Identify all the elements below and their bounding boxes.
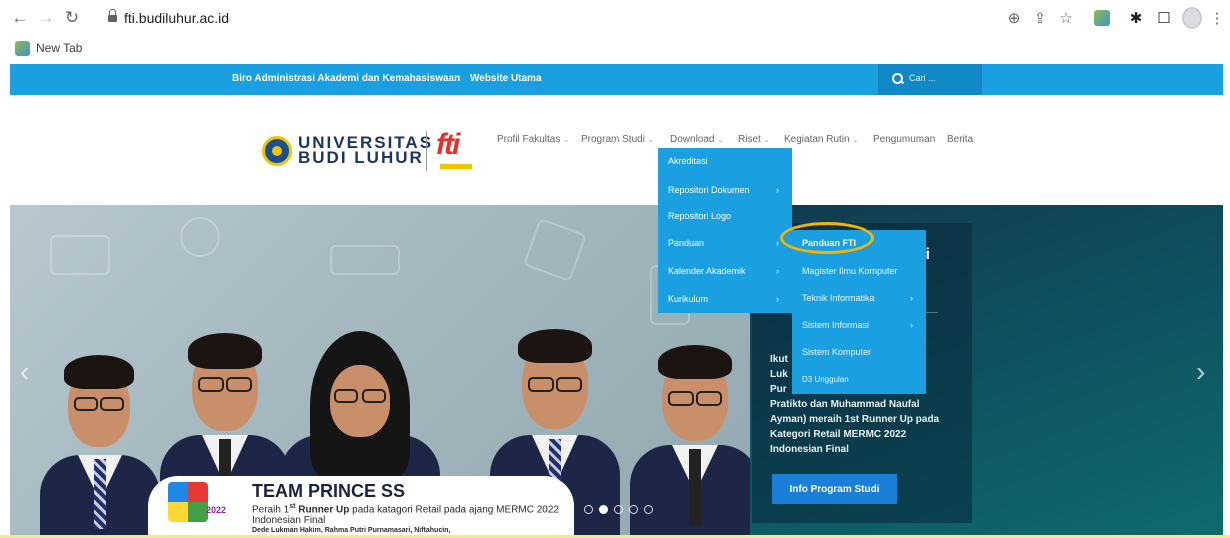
slider-pagination bbox=[584, 505, 653, 514]
rubik-cube-icon bbox=[168, 482, 208, 522]
forward-arrow-icon[interactable]: → bbox=[34, 6, 58, 30]
back-arrow-icon[interactable]: ← bbox=[8, 6, 32, 30]
url-text: fti.budiluhur.ac.id bbox=[124, 10, 230, 26]
hero-desc-fragment: Pur bbox=[770, 384, 787, 395]
menu-item-kalender-akademik[interactable]: Kalender Akademik bbox=[668, 266, 746, 276]
fti-logo[interactable]: fti bbox=[436, 128, 476, 174]
submenu-item-d3-unggulan[interactable]: D3 Unggulan bbox=[802, 375, 849, 384]
logo-line-2: BUDI LUHUR bbox=[298, 148, 424, 167]
bookmarks-bar bbox=[0, 36, 1230, 62]
nav-profil-fakultas[interactable]: Profil Fakultas ⌄ bbox=[497, 134, 569, 145]
fti-logo-stripe bbox=[440, 164, 472, 169]
nav-pengumuman[interactable]: Pengumuman bbox=[873, 134, 935, 145]
university-emblem-icon[interactable] bbox=[262, 136, 292, 166]
search-icon bbox=[892, 73, 903, 84]
zoom-icon[interactable]: ⊕ bbox=[1004, 8, 1024, 28]
search-input[interactable]: Cari ... bbox=[878, 64, 982, 95]
chevron-down-icon: ⌄ bbox=[647, 137, 654, 144]
hero-desc-line: Pratikto dan Muhammad Naufal bbox=[770, 399, 920, 410]
caption-title: TEAM PRINCE SS bbox=[252, 481, 406, 501]
slider-next-icon[interactable]: › bbox=[1196, 356, 1205, 388]
menu-item-repositori-logo[interactable]: Repositori Logo bbox=[668, 211, 731, 221]
menu-item-repositori-dokumen[interactable]: Repositori Dokumen bbox=[668, 185, 750, 195]
chevron-right-icon: › bbox=[910, 320, 913, 330]
decor-shape bbox=[180, 217, 220, 257]
hero-desc-line: Ayman) meraih 1st Runner Up pada bbox=[770, 414, 940, 425]
chevron-right-icon: › bbox=[910, 293, 913, 303]
slider-prev-icon[interactable]: ‹ bbox=[20, 356, 29, 388]
caption-emphasis: Runner Up bbox=[295, 504, 350, 516]
submenu-item-sistem-informasi[interactable]: Sistem Informasi bbox=[802, 320, 869, 330]
address-bar[interactable]: fti.budiluhur.ac.id bbox=[94, 4, 994, 32]
decor-shape bbox=[50, 235, 110, 275]
nav-label: Download bbox=[670, 134, 715, 145]
chevron-down-icon: ⌄ bbox=[563, 137, 570, 144]
nav-label: Program Studi bbox=[581, 134, 645, 145]
panduan-submenu: Panduan FTI Magister Ilmu Komputer Tekni… bbox=[792, 230, 926, 394]
chevron-right-icon: › bbox=[776, 294, 779, 304]
slide-dot[interactable] bbox=[629, 505, 638, 514]
nav-riset[interactable]: Riset ⌄ bbox=[738, 134, 770, 145]
student-photo-5 bbox=[630, 325, 760, 535]
hero-desc-line: Indonesian Final bbox=[770, 444, 849, 455]
chevron-right-icon: › bbox=[776, 266, 779, 276]
search-placeholder: Cari ... bbox=[909, 73, 936, 83]
student-photo-1 bbox=[40, 335, 160, 535]
chevron-right-icon: › bbox=[776, 238, 779, 248]
download-dropdown-menu: Akreditasi Repositori Dokumen › Reposito… bbox=[658, 148, 792, 313]
star-icon[interactable]: ☆ bbox=[1056, 8, 1076, 28]
decor-shape bbox=[330, 245, 400, 275]
hero-desc-line: Kategori Retail MERMC 2022 bbox=[770, 429, 907, 440]
puzzle-icon[interactable]: ✱ bbox=[1126, 8, 1146, 28]
profile-icon[interactable] bbox=[1182, 7, 1202, 29]
nav-berita[interactable]: Berita bbox=[947, 134, 973, 145]
slide-dot-active[interactable] bbox=[599, 505, 608, 514]
lock-icon bbox=[108, 9, 117, 23]
top-utility-bar: Biro Administrasi Akademi dan Kemahasisw… bbox=[10, 64, 1223, 95]
bookmark-favicon-icon bbox=[15, 41, 30, 56]
slide-dot[interactable] bbox=[584, 505, 593, 514]
university-logo-text[interactable]: UNIVERSITAS BUDI LUHUR bbox=[298, 134, 433, 167]
submenu-item-magister-ilmu-komputer[interactable]: Magister Ilmu Komputer bbox=[802, 266, 898, 276]
caption-line-2: Indonesian Final bbox=[252, 515, 326, 526]
reload-icon[interactable]: ↻ bbox=[60, 6, 84, 30]
chevron-down-icon: ⌄ bbox=[717, 137, 724, 144]
caption-text: pada katagori Retail pada ajang MERMC 20… bbox=[349, 504, 559, 516]
caption-text: Peraih 1 bbox=[252, 504, 290, 516]
chevron-right-icon: › bbox=[776, 185, 779, 195]
share-icon[interactable]: ⇪ bbox=[1030, 8, 1050, 28]
decor-shape bbox=[522, 217, 588, 283]
menu-item-akreditasi[interactable]: Akreditasi bbox=[668, 156, 708, 166]
chevron-down-icon: ⌄ bbox=[763, 137, 770, 144]
menu-item-panduan[interactable]: Panduan bbox=[668, 238, 704, 248]
extension-icon[interactable] bbox=[1092, 8, 1112, 28]
link-biro-administrasi[interactable]: Biro Administrasi Akademi dan Kemahasisw… bbox=[232, 73, 460, 84]
caption-line-1: Peraih 1st Runner Up pada katagori Retai… bbox=[252, 503, 559, 515]
nav-label: Profil Fakultas bbox=[497, 134, 561, 145]
nav-kegiatan-rutin[interactable]: Kegiatan Rutin ⌄ bbox=[784, 134, 858, 145]
info-program-studi-button[interactable]: Info Program Studi bbox=[772, 474, 897, 504]
menu-item-kurikulum[interactable]: Kurikulum bbox=[668, 294, 708, 304]
highlight-annotation bbox=[780, 222, 874, 254]
nav-label: Kegiatan Rutin bbox=[784, 134, 850, 145]
nav-label: Riset bbox=[738, 134, 761, 145]
caption-names: Dede Lukman Hakim, Rahma Putri Purnamasa… bbox=[252, 527, 451, 534]
bookmark-new-tab[interactable]: New Tab bbox=[36, 41, 82, 55]
nav-download[interactable]: Download ⌄ bbox=[670, 134, 723, 145]
nav-program-studi[interactable]: Program Studi ⌄ bbox=[581, 134, 654, 145]
year-badge: 2022 bbox=[206, 505, 227, 515]
chevron-down-icon: ⌄ bbox=[852, 137, 859, 144]
submenu-item-teknik-informatika[interactable]: Teknik Informatika bbox=[802, 293, 875, 303]
fti-logo-text: fti bbox=[436, 128, 460, 161]
menu-icon[interactable]: ⋮ bbox=[1210, 8, 1225, 28]
slide-dot[interactable] bbox=[614, 505, 623, 514]
window-icon[interactable]: ☐ bbox=[1154, 8, 1174, 28]
link-website-utama[interactable]: Website Utama bbox=[470, 73, 542, 84]
slide-dot[interactable] bbox=[644, 505, 653, 514]
submenu-item-sistem-komputer[interactable]: Sistem Komputer bbox=[802, 347, 871, 357]
logo-divider bbox=[426, 131, 427, 171]
